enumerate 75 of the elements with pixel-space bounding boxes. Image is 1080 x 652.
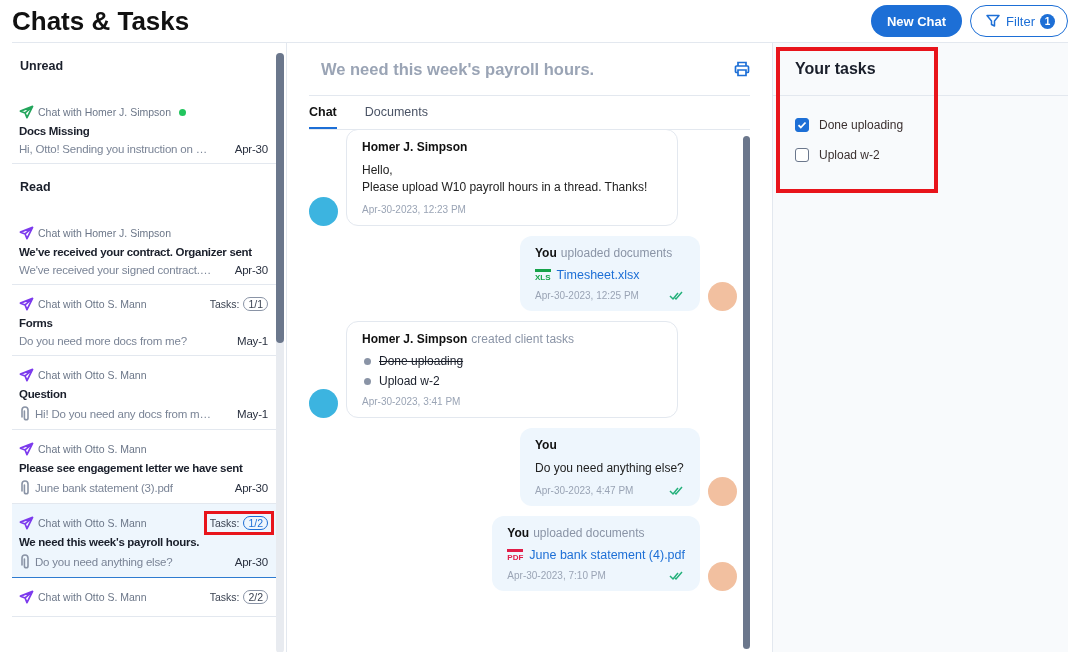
filter-count-badge: 1 [1040,13,1055,29]
tasks-label: Tasks: [209,298,240,310]
message-action: uploaded documents [560,246,673,260]
task-label: Done uploading [819,118,904,132]
message-preview: We've received your signed contract.… [19,264,213,276]
file-link[interactable]: Timesheet.xlsx [556,268,640,282]
filter-icon [985,13,1002,29]
message-preview: Hi, Otto! Sending you instruction on … [19,143,208,155]
chat-partner: Chat with Otto S. Mann [38,443,147,455]
chat-title: Forms [19,317,54,329]
chat-partner: Chat with Homer J. Simpson [38,227,172,239]
chat-partner: Chat with Otto S. Mann [38,591,147,603]
bullet-dot [364,357,371,365]
conversation-title: We need this week's payroll hours. [321,59,595,79]
task-item: Upload w-2 [379,374,440,388]
message-text: Do you need anything else? [535,460,685,477]
message-time: Apr-30-2023, 12:23 PM [362,204,466,215]
bullet-dot [364,377,371,385]
chat-partner: Chat with Otto S. Mann [38,517,147,529]
tab[interactable]: Chat [309,96,337,129]
avatar [309,389,338,418]
check-icon [796,119,808,131]
avatar [708,477,737,506]
message-author: You [507,526,530,540]
message-action: created client tasks [471,332,575,346]
message-preview: Hi! Do you need any docs from m… [35,407,212,420]
message-time: Apr-30-2023, 3:41 PM [362,396,461,407]
message-author: You [535,246,557,260]
message-preview: June bank statement (3).pdf [35,481,174,494]
chat-title: Question [19,388,68,400]
chat-list-item[interactable]: Chat with Otto S. Mann Tasks: 1/2 We need this week's payroll hours. Do you need anything else? Apr-30 [12,504,276,578]
page-title: Chats & Tasks [12,5,190,37]
checkbox[interactable] [795,148,809,162]
tasks-label: Tasks: [209,591,240,603]
section-heading: Unread [19,58,65,75]
message-author: Homer J. Simpson [362,140,468,154]
message-time: Apr-30-2023, 7:10 PM [507,570,606,581]
section-heading: Read [19,179,52,196]
message-preview: Do you need anything else? [35,555,174,568]
print-icon[interactable] [734,61,750,77]
chat-date: Apr-30 [234,481,268,494]
message-text: Please upload W10 payroll hours in a thread. Thanks! [362,179,649,196]
new-chat-button[interactable]: New Chat [870,5,963,37]
chat-title: Docs Missing [19,125,91,137]
avatar [708,562,737,591]
message-action: uploaded documents [533,526,645,540]
message-author: You [535,438,557,452]
message-text: Hello, [362,162,394,179]
chat-date: May-1 [237,335,268,347]
tab[interactable]: Documents [364,96,428,129]
checkbox[interactable] [795,118,809,132]
chat-partner: Chat with Otto S. Mann [38,298,147,310]
message-author: Homer J. Simpson [362,332,468,346]
message-preview: Do you need more docs from me? [19,335,188,347]
message-time: Apr-30-2023, 12:25 PM [535,290,639,301]
filter-button[interactable]: Filter 1 [970,5,1068,37]
task-item: Done uploading [379,354,464,368]
chat-date: Apr-30 [234,143,268,155]
message-time: Apr-30-2023, 4:47 PM [535,485,634,496]
scrollbar[interactable] [276,53,284,652]
chat-partner: Chat with Homer J. Simpson [38,106,172,118]
chat-date: Apr-30 [234,555,268,568]
panel-title: Your tasks [795,60,876,78]
file-link[interactable]: June bank statement (4).pdf [529,548,685,562]
scrollbar[interactable] [743,136,750,649]
chat-title: Please see engagement letter we have sent [19,462,244,474]
chat-partner: Chat with Otto S. Mann [38,369,147,381]
chat-title: We need this week's payroll hours. [19,536,201,548]
avatar [708,282,737,311]
task-label: Upload w-2 [819,148,880,162]
tasks-label: Tasks: [209,517,240,529]
chat-date: Apr-30 [234,264,268,276]
avatar [309,197,338,226]
chat-title: We've received your contract. Organizer sent [19,246,253,258]
chat-date: May-1 [237,407,268,420]
